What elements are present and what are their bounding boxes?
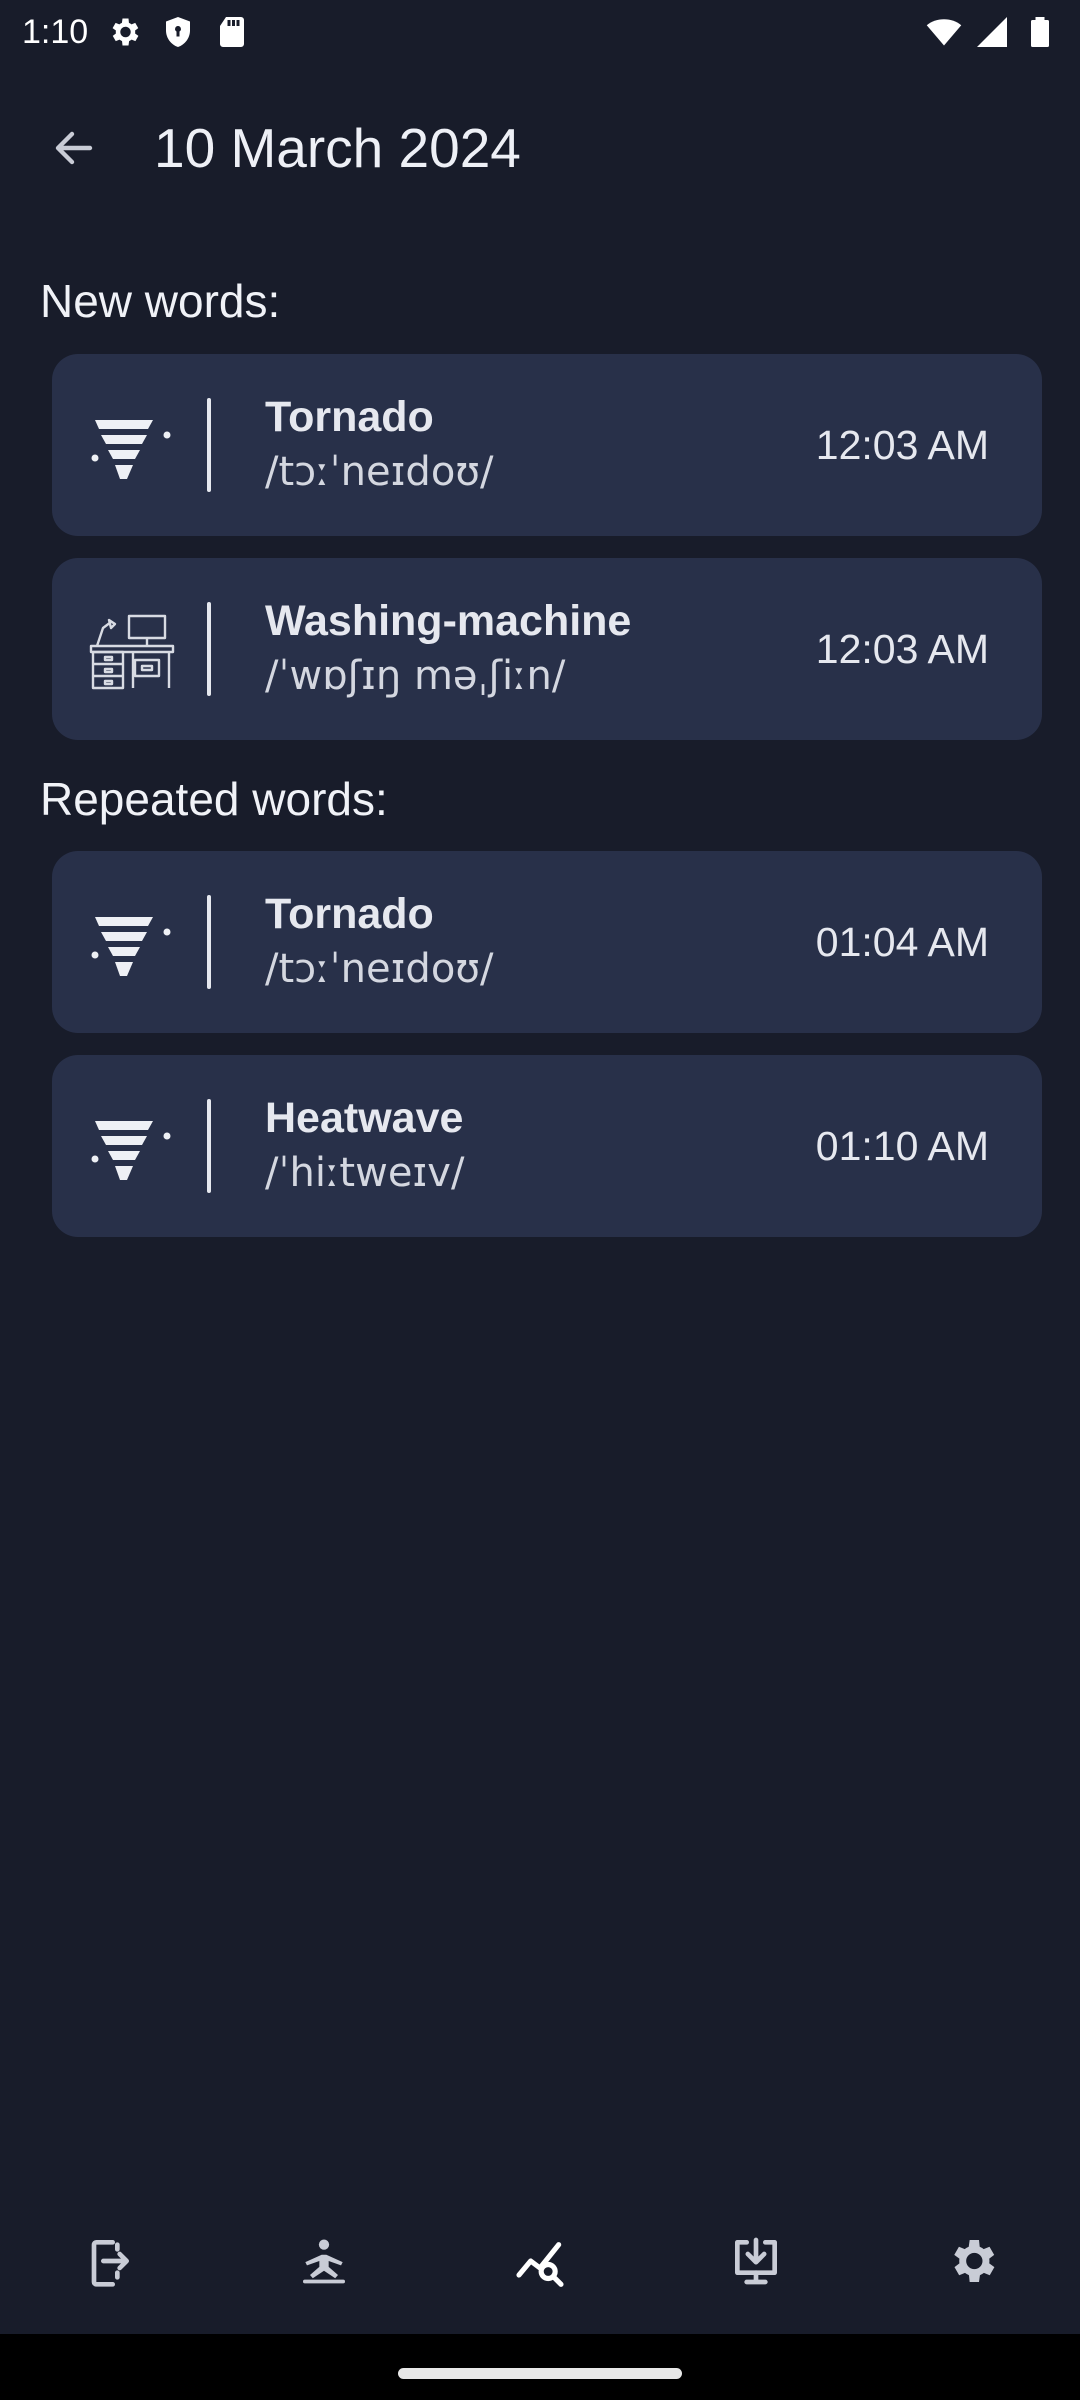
tornado-icon: [77, 390, 187, 500]
word-time: 12:03 AM: [815, 625, 989, 672]
word-card[interactable]: Washing-machine /ˈwɒʃɪŋ məˌʃiːn/ 12:03 A…: [52, 558, 1042, 740]
word-card[interactable]: Heatwave /ˈhiːtweɪv/ 01:10 AM: [52, 1055, 1042, 1237]
status-right: [926, 14, 1058, 50]
word-card[interactable]: Tornado /tɔːˈneɪdoʊ/ 01:04 AM: [52, 851, 1042, 1033]
card-text: Heatwave /ˈhiːtweɪv/: [265, 1091, 816, 1201]
cellular-signal-icon: [974, 14, 1010, 50]
nav-settings[interactable]: [917, 2211, 1027, 2311]
nav-exit[interactable]: [53, 2211, 163, 2311]
repeated-words-label: Repeated words:: [40, 773, 388, 825]
tornado-icon: [77, 887, 187, 997]
status-bar: 1:10: [0, 0, 1080, 64]
word-phonetic: /tɔːˈneɪdoʊ/: [265, 449, 494, 495]
nav-exercise[interactable]: [269, 2211, 379, 2311]
battery-icon: [1022, 14, 1058, 50]
word-title: Washing-machine: [265, 597, 632, 645]
card-text: Tornado /tɔːˈneɪdoʊ/: [265, 887, 816, 997]
exit-icon: [91, 2240, 129, 2287]
new-words-label: New words:: [40, 275, 281, 327]
card-divider: [207, 602, 211, 696]
download-icon: [735, 2237, 777, 2285]
status-left: 1:10: [22, 13, 250, 52]
word-phonetic: /tɔːˈneɪdoʊ/: [265, 946, 494, 992]
card-text: Washing-machine /ˈwɒʃɪŋ məˌʃiːn/: [265, 594, 816, 704]
arrow-left-icon: [55, 131, 93, 165]
home-gesture-bar[interactable]: [398, 2368, 682, 2379]
card-text: Tornado /tɔːˈneɪdoʊ/: [265, 390, 816, 500]
nav-statistics[interactable]: [485, 2211, 595, 2311]
furniture-icon: [77, 594, 187, 704]
bottom-navigation: [0, 2206, 1080, 2316]
word-title: Tornado: [265, 393, 434, 441]
word-title: Heatwave: [265, 1094, 464, 1142]
back-button[interactable]: [26, 100, 122, 196]
settings-icon: [954, 2240, 995, 2282]
gesture-area: [0, 2334, 1080, 2400]
word-time: 12:03 AM: [815, 421, 989, 468]
nav-download[interactable]: [701, 2211, 811, 2311]
word-time: 01:04 AM: [815, 918, 989, 965]
word-title: Tornado: [265, 890, 434, 938]
settings-status-icon: [106, 14, 142, 50]
shield-status-icon: [160, 14, 196, 50]
sd-card-status-icon: [214, 14, 250, 50]
card-divider: [207, 1099, 211, 1193]
wifi-icon: [926, 14, 962, 50]
page-title: 10 March 2024: [154, 117, 521, 179]
word-time: 01:10 AM: [815, 1122, 989, 1169]
word-phonetic: /ˈhiːtweɪv/: [265, 1150, 465, 1196]
word-phonetic: /ˈwɒʃɪŋ məˌʃiːn/: [265, 653, 566, 699]
exercise-icon: [303, 2239, 345, 2284]
word-card[interactable]: Tornado /tɔːˈneɪdoʊ/ 12:03 AM: [52, 354, 1042, 536]
app-bar: 10 March 2024: [0, 90, 1080, 206]
status-time: 1:10: [22, 12, 89, 51]
statistics-icon: [516, 2242, 564, 2287]
card-divider: [207, 895, 211, 989]
tornado-icon: [77, 1091, 187, 1201]
card-divider: [207, 398, 211, 492]
